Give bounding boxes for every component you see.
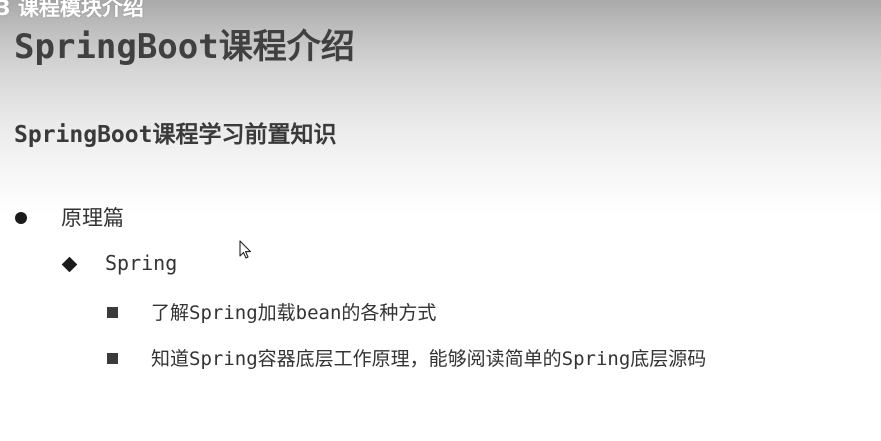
slide: 3 课程模块介绍 SpringBoot课程介绍 SpringBoot课程学习前置… bbox=[0, 0, 881, 441]
bullet-dot-icon bbox=[15, 212, 27, 224]
bullet-item-bean-loading: 了解Spring加载bean的各种方式 bbox=[107, 298, 436, 325]
slide-subtitle: SpringBoot课程学习前置知识 bbox=[14, 122, 337, 148]
bullet-item-spring: Spring bbox=[61, 251, 177, 275]
bullet-marker bbox=[107, 347, 151, 369]
bullet-marker bbox=[61, 251, 105, 275]
bullet-label: Spring bbox=[105, 251, 178, 275]
bullet-marker bbox=[107, 301, 151, 323]
bullet-item-container-internals: 知道Spring容器底层工作原理，能够阅读简单的Spring底层源码 bbox=[107, 344, 706, 371]
bullet-square-icon bbox=[107, 306, 118, 318]
bullet-item-principles: 原理篇 bbox=[15, 202, 124, 232]
bullet-square-icon bbox=[107, 352, 118, 364]
bullet-diamond-icon bbox=[61, 256, 78, 273]
bullet-label: 知道Spring容器底层工作原理，能够阅读简单的Spring底层源码 bbox=[151, 348, 707, 370]
bullet-marker bbox=[15, 205, 61, 229]
bullet-label: 了解Spring加载bean的各种方式 bbox=[151, 302, 437, 324]
mouse-pointer-icon bbox=[239, 240, 252, 259]
slide-title: SpringBoot课程介绍 bbox=[14, 27, 355, 67]
bullet-label: 原理篇 bbox=[61, 206, 124, 230]
